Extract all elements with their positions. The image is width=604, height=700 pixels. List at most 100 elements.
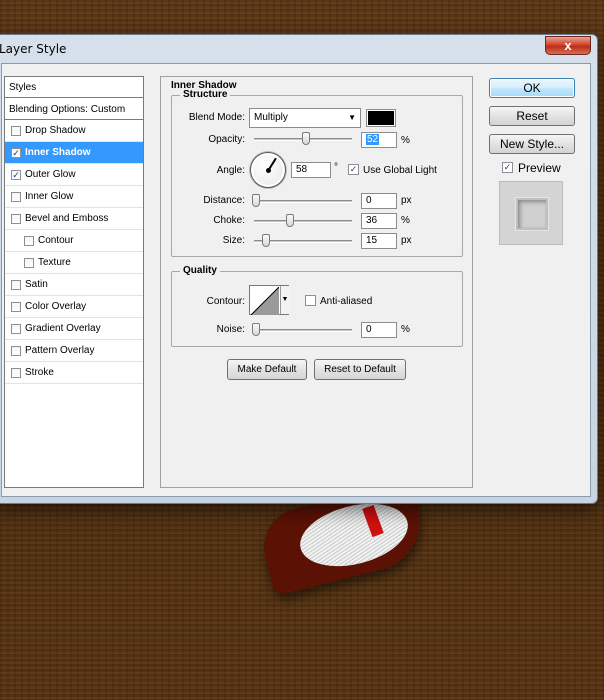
style-checkbox[interactable] (24, 236, 34, 246)
make-default-button[interactable]: Make Default (227, 359, 307, 380)
style-item-label: Drop Shadow (25, 125, 86, 136)
angle-dial[interactable] (250, 152, 286, 188)
choke-slider-thumb[interactable] (286, 214, 294, 227)
opacity-label: Opacity: (208, 134, 245, 145)
styles-header[interactable]: Styles (5, 77, 143, 98)
style-item-color-overlay[interactable]: Color Overlay (5, 296, 143, 318)
distance-slider-thumb[interactable] (252, 194, 260, 207)
noise-label: Noise: (216, 324, 245, 335)
style-item-texture[interactable]: Texture (5, 252, 143, 274)
style-item-contour[interactable]: Contour (5, 230, 143, 252)
style-checkbox[interactable] (11, 368, 21, 378)
style-item-satin[interactable]: Satin (5, 274, 143, 296)
size-label: Size: (222, 235, 245, 246)
noise-slider-thumb[interactable] (252, 323, 260, 336)
style-checkbox[interactable]: ✓ (11, 148, 21, 158)
shadow-color-swatch[interactable] (366, 109, 396, 127)
opacity-input[interactable]: 52 (361, 132, 397, 148)
distance-input[interactable]: 0 (361, 193, 397, 209)
layer-style-dialog: Layer Style x Styles Blending Options: C… (0, 34, 598, 504)
style-checkbox[interactable] (11, 346, 21, 356)
anti-aliased-checkbox[interactable] (305, 295, 316, 306)
blend-mode-label: Blend Mode: (188, 112, 245, 123)
quality-legend: Quality (180, 265, 220, 276)
close-button[interactable]: x (545, 36, 591, 55)
distance-unit: px (401, 195, 412, 206)
check-icon: ✓ (503, 162, 512, 172)
size-input[interactable]: 15 (361, 233, 397, 249)
contour-curve-icon (251, 287, 279, 315)
style-item-inner-glow[interactable]: Inner Glow (5, 186, 143, 208)
contour-dropdown-button[interactable]: ▼ (280, 286, 289, 314)
noise-input[interactable]: 0 (361, 322, 397, 338)
blend-mode-value: Multiply (254, 112, 288, 123)
style-checkbox[interactable] (11, 324, 21, 334)
triangle-down-icon: ▼ (281, 296, 289, 303)
check-icon: ✓ (12, 148, 20, 158)
new-style-button[interactable]: New Style... (489, 134, 575, 154)
choke-slider[interactable] (254, 214, 352, 227)
distance-value: 0 (366, 195, 372, 206)
style-item-bevel-and-emboss[interactable]: Bevel and Emboss (5, 208, 143, 230)
inner-shadow-panel: Inner Shadow Structure Blend Mode: Multi… (160, 76, 473, 488)
style-checkbox[interactable] (11, 126, 21, 136)
distance-label: Distance: (203, 195, 245, 206)
styles-list: Styles Blending Options: Custom Drop Sha… (4, 76, 144, 488)
quality-group: Quality Contour: ▼ Anti-aliased Noise: 0… (171, 265, 463, 347)
structure-legend: Structure (180, 89, 231, 100)
style-item-pattern-overlay[interactable]: Pattern Overlay (5, 340, 143, 362)
contour-label: Contour: (206, 296, 245, 307)
anti-aliased-label: Anti-aliased (320, 296, 373, 307)
style-item-label: Satin (25, 279, 48, 290)
structure-group: Structure Blend Mode: Multiply ▼ Opacity… (171, 89, 463, 257)
blending-options-item[interactable]: Blending Options: Custom (5, 98, 143, 120)
style-item-outer-glow[interactable]: ✓ Outer Glow (5, 164, 143, 186)
angle-input[interactable]: 58 (291, 162, 331, 178)
style-item-drop-shadow[interactable]: Drop Shadow (5, 120, 143, 142)
choke-label: Choke: (213, 215, 245, 226)
preview-label: Preview (518, 161, 561, 175)
style-item-label: Inner Glow (25, 191, 74, 202)
opacity-slider-thumb[interactable] (302, 132, 310, 145)
style-checkbox[interactable] (11, 280, 21, 290)
size-slider-thumb[interactable] (262, 234, 270, 247)
style-item-label: Contour (38, 235, 74, 246)
style-item-inner-shadow[interactable]: ✓ Inner Shadow (5, 142, 143, 164)
title-bar[interactable]: Layer Style x (0, 35, 597, 63)
style-checkbox[interactable] (11, 192, 21, 202)
preview-checkbox[interactable]: ✓ (502, 162, 513, 173)
style-item-label: Stroke (25, 367, 54, 378)
reset-button[interactable]: Reset (489, 106, 575, 126)
style-item-label: Bevel and Emboss (25, 213, 109, 224)
use-global-light-checkbox[interactable]: ✓ (348, 164, 359, 175)
style-item-label: Outer Glow (25, 169, 76, 180)
reset-to-default-button[interactable]: Reset to Default (314, 359, 406, 380)
angle-unit: ° (334, 162, 338, 173)
blend-mode-select[interactable]: Multiply ▼ (249, 108, 361, 128)
style-item-gradient-overlay[interactable]: Gradient Overlay (5, 318, 143, 340)
noise-unit: % (401, 324, 410, 335)
style-checkbox[interactable] (24, 258, 34, 268)
check-icon: ✓ (349, 164, 358, 174)
ok-button[interactable]: OK (489, 78, 575, 98)
distance-slider[interactable] (252, 194, 352, 207)
close-icon: x (564, 38, 572, 53)
angle-value: 58 (296, 164, 308, 175)
choke-value: 36 (366, 215, 378, 226)
noise-value: 0 (366, 324, 372, 335)
choke-input[interactable]: 36 (361, 213, 397, 229)
style-checkbox[interactable]: ✓ (11, 170, 21, 180)
contour-picker[interactable]: ▼ (249, 285, 289, 315)
choke-unit: % (401, 215, 410, 226)
size-slider[interactable] (254, 234, 352, 247)
style-item-stroke[interactable]: Stroke (5, 362, 143, 384)
style-item-label: Inner Shadow (25, 147, 91, 158)
window-title: Layer Style (0, 42, 67, 56)
size-unit: px (401, 235, 412, 246)
style-item-label: Color Overlay (25, 301, 87, 312)
opacity-slider[interactable] (254, 132, 352, 145)
style-item-label: Gradient Overlay (25, 323, 101, 334)
style-checkbox[interactable] (11, 302, 21, 312)
style-checkbox[interactable] (11, 214, 21, 224)
noise-slider[interactable] (252, 323, 352, 336)
